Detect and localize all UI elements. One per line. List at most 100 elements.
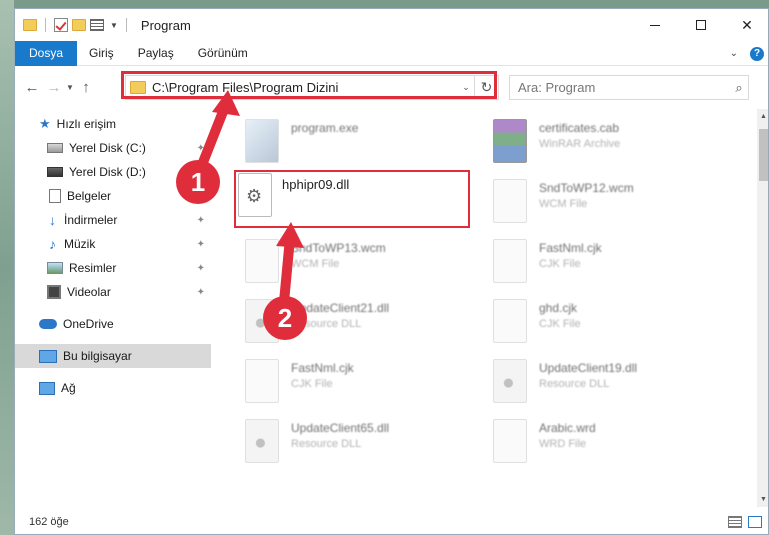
list-item[interactable]: Arabic.wrd WRD File — [493, 419, 733, 471]
new-folder-icon[interactable] — [72, 19, 86, 31]
recent-locations-dropdown[interactable]: ▼ — [65, 83, 75, 92]
address-bar[interactable]: C:\Program Files\Program Dizini ⌄ ↻ — [125, 75, 499, 100]
sidebar-item-label: Resimler — [69, 261, 117, 275]
rename-icon[interactable] — [90, 19, 104, 31]
search-box[interactable]: Ara: Program ⌕ — [509, 75, 749, 100]
file-icon — [493, 179, 527, 223]
pin-icon: ✦ — [196, 262, 205, 274]
tab-home[interactable]: Giriş — [77, 41, 126, 66]
file-name: SndToWP12.wcm — [539, 181, 634, 195]
sidebar-item-label: Bu bilgisayar — [63, 349, 132, 363]
file-type: CJK File — [539, 258, 581, 270]
forward-button[interactable]: → — [43, 79, 65, 96]
file-name: hphipr09.dll — [282, 177, 350, 192]
tab-share[interactable]: Paylaş — [126, 41, 186, 66]
search-input[interactable]: Ara: Program — [518, 80, 730, 95]
list-item[interactable]: program.exe — [245, 119, 485, 171]
list-item[interactable]: ghd.cjk CJK File — [493, 299, 733, 351]
ribbon-controls: ⌄ ? — [730, 41, 764, 66]
file-type: Resource DLL — [539, 378, 610, 390]
scroll-down-icon[interactable]: ▼ — [757, 496, 768, 503]
minimize-button[interactable] — [632, 9, 678, 41]
quick-access-toolbar: ▼ — [23, 18, 131, 32]
status-bar: 162 öğe — [15, 509, 768, 534]
large-icons-view-icon[interactable] — [748, 516, 762, 528]
close-button[interactable]: ✕ — [724, 9, 768, 41]
sidebar-item-quick-access[interactable]: ★ Hızlı erişim — [15, 112, 211, 136]
details-view-icon[interactable] — [728, 516, 742, 528]
list-item[interactable]: FastNml.cjk CJK File — [245, 359, 485, 411]
sidebar-item-downloads[interactable]: ↓ İndirmeler ✦ — [15, 208, 211, 232]
tab-view[interactable]: Görünüm — [186, 41, 260, 66]
minimize-icon — [650, 24, 660, 26]
file-type: CJK File — [539, 318, 581, 330]
selected-file-hphipr09[interactable]: ⚙ hphipr09.dll — [236, 173, 468, 225]
window-controls: ✕ — [632, 9, 768, 41]
list-item[interactable]: certificates.cab WinRAR Archive — [493, 119, 733, 171]
star-icon: ★ — [39, 116, 51, 131]
file-list: program.exe certificates.cab WinRAR Archi… — [223, 109, 747, 499]
sidebar-item-this-pc[interactable]: Bu bilgisayar — [15, 344, 211, 368]
list-item[interactable]: UpdateClient65.dll Resource DLL — [245, 419, 485, 471]
network-icon — [39, 381, 55, 395]
list-item[interactable]: UpdateClient19.dll Resource DLL — [493, 359, 733, 411]
sidebar-item-label: Videolar — [67, 285, 111, 299]
gear-icon: ⚙ — [246, 186, 263, 206]
pin-icon: ✦ — [196, 142, 205, 154]
close-icon: ✕ — [741, 16, 753, 33]
dll-gear-icon — [245, 419, 279, 463]
list-item[interactable]: SndToWP12.wcm WCM File — [493, 179, 733, 231]
up-button[interactable]: ↑ — [75, 79, 97, 96]
sidebar-item-onedrive[interactable]: OneDrive — [15, 312, 211, 336]
search-icon[interactable]: ⌕ — [730, 80, 748, 96]
drive-icon — [47, 167, 63, 177]
sidebar-item-network[interactable]: Ağ — [15, 376, 211, 400]
pin-icon: ✦ — [196, 286, 205, 298]
scroll-up-icon[interactable]: ▲ — [757, 113, 768, 120]
file-type: CJK File — [291, 378, 333, 390]
refresh-button[interactable]: ↻ — [474, 76, 498, 99]
file-name: ghd.cjk — [539, 301, 578, 315]
file-name: FastNml.cjk — [291, 361, 354, 375]
sidebar-item-local-disk-d[interactable]: Yerel Disk (D:) — [15, 160, 211, 184]
properties-check-icon[interactable] — [54, 18, 68, 32]
file-name: SndToWP13.wcm — [291, 241, 386, 255]
file-icon — [493, 299, 527, 343]
navigation-bar: ← → ▼ ↑ C:\Program Files\Program Dizini … — [15, 69, 768, 105]
music-icon: ♪ — [49, 236, 56, 252]
sidebar-item-music[interactable]: ♪ Müzik ✦ — [15, 232, 211, 256]
customize-dropdown-icon[interactable]: ▼ — [110, 21, 118, 30]
address-path[interactable]: C:\Program Files\Program Dizini — [152, 80, 458, 95]
dll-gear-icon: ⚙ — [238, 173, 272, 217]
onedrive-icon — [39, 319, 57, 329]
divider — [45, 18, 46, 32]
sidebar-item-local-disk-c[interactable]: Yerel Disk (C:) ✦ — [15, 136, 211, 160]
vertical-scrollbar[interactable]: ▲ ▼ — [757, 109, 768, 507]
sidebar-item-label: Hızlı erişim — [56, 117, 116, 131]
list-item[interactable]: FastNml.cjk CJK File — [493, 239, 733, 291]
application-icon — [245, 119, 279, 163]
sidebar-item-documents[interactable]: Belgeler — [15, 184, 211, 208]
chevron-down-icon[interactable]: ⌄ — [458, 82, 474, 93]
sidebar-item-videos[interactable]: Videolar ✦ — [15, 280, 211, 304]
help-icon[interactable]: ? — [750, 46, 764, 61]
divider — [125, 18, 127, 32]
folder-icon[interactable] — [23, 19, 37, 31]
tab-file[interactable]: Dosya — [15, 40, 78, 66]
sidebar-item-label: Yerel Disk (C:) — [69, 141, 146, 155]
sidebar-item-label: Yerel Disk (D:) — [69, 165, 146, 179]
file-type: WRD File — [539, 438, 587, 450]
sidebar-item-pictures[interactable]: Resimler ✦ — [15, 256, 211, 280]
ribbon-tabs: Dosya Giriş Paylaş Görünüm ⌄ ? — [15, 40, 768, 66]
scroll-thumb[interactable] — [759, 129, 768, 181]
file-type: WCM File — [291, 258, 340, 270]
back-button[interactable]: ← — [21, 79, 43, 96]
pin-icon: ✦ — [196, 214, 205, 226]
list-item[interactable]: UpdateClient21.dll Resource DLL — [245, 299, 485, 351]
list-item[interactable]: SndToWP13.wcm WCM File — [245, 239, 485, 291]
expand-ribbon-icon[interactable]: ⌄ — [730, 48, 738, 59]
maximize-button[interactable] — [678, 9, 724, 41]
file-type: Resource DLL — [291, 318, 362, 330]
file-type: Resource DLL — [291, 438, 362, 450]
navigation-pane: ★ Hızlı erişim Yerel Disk (C:) ✦ Yerel D… — [15, 109, 211, 499]
